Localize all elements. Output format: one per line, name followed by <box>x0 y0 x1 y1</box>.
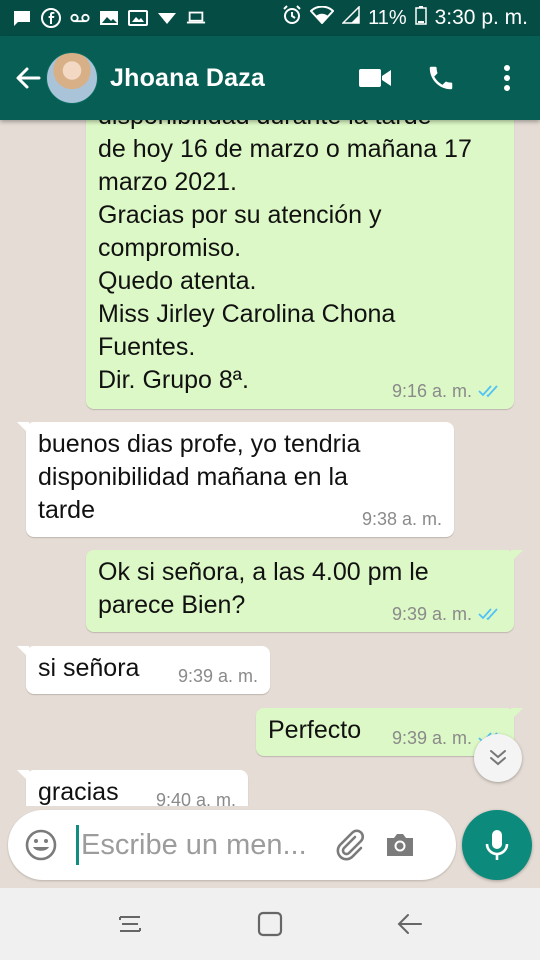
home-icon <box>257 911 283 937</box>
message-composer: Escribe un men... <box>8 810 456 880</box>
message-line: marzo 2021. <box>98 168 237 196</box>
back-nav-button[interactable] <box>380 894 440 954</box>
message-line: de hoy 16 de marzo o mañana 17 <box>98 135 472 163</box>
facebook-icon <box>41 8 61 28</box>
message-list[interactable]: disponibilidad durante la tarde de hoy 1… <box>0 120 540 806</box>
camera-button[interactable] <box>375 816 425 874</box>
system-status: 11% 3:30 p. m. <box>282 5 528 31</box>
image-icon <box>99 9 119 27</box>
camera-icon <box>387 834 413 856</box>
notification-icons <box>12 8 206 28</box>
message-time: 9:38 a. m. <box>361 509 442 529</box>
incoming-message[interactable]: gracias 9:40 a. m. <box>17 770 248 806</box>
outgoing-message[interactable]: Ok si señora, a las 4.00 pm le parece Bi… <box>86 550 523 632</box>
gallery-icon <box>128 9 148 27</box>
bubble-tail <box>511 550 523 562</box>
attach-button[interactable] <box>325 816 375 874</box>
back-nav-icon <box>397 914 422 934</box>
message-line: Quedo atenta. <box>98 267 257 295</box>
message-line: compromiso. <box>98 234 242 262</box>
signal-icon <box>341 5 360 30</box>
scroll-to-bottom-button[interactable] <box>474 734 522 782</box>
message-input[interactable]: Escribe un men... <box>81 829 317 862</box>
battery-icon <box>414 5 427 31</box>
message-meta: 9:16 a. m. <box>392 381 502 401</box>
video-call-button[interactable] <box>342 48 408 108</box>
message-line: Gracias por su atención y <box>98 201 382 229</box>
system-navigation-bar <box>0 888 540 960</box>
emoji-button[interactable] <box>12 816 70 874</box>
message-time: 9:39 a. m. <box>177 666 258 686</box>
chat-header: Jhoana Daza <box>0 36 540 120</box>
message-icon <box>12 9 32 27</box>
more-options-button[interactable] <box>474 48 540 108</box>
alarm-icon <box>282 5 302 31</box>
contact-avatar[interactable] <box>46 52 98 104</box>
bubble-tail <box>17 770 29 782</box>
phone-call-icon <box>429 66 453 90</box>
voice-call-button[interactable] <box>408 48 474 108</box>
bubble-tail <box>511 708 523 720</box>
message-line: buenos dias profe, yo tendria <box>38 430 361 458</box>
back-arrow-icon <box>16 67 41 89</box>
video-call-icon <box>359 69 391 87</box>
message-time: 9:39 a. m. <box>391 728 472 748</box>
incoming-message[interactable]: buenos dias profe, yo tendria disponibil… <box>17 422 454 537</box>
paperclip-icon <box>336 829 364 861</box>
message-meta: 9:39 a. m. <box>392 604 502 624</box>
home-button[interactable] <box>240 894 300 954</box>
wifi-icon <box>309 5 335 30</box>
voice-message-button[interactable] <box>462 810 532 880</box>
read-ticks-icon <box>478 385 498 398</box>
voicemail-icon <box>70 9 90 27</box>
recent-apps-button[interactable] <box>100 894 160 954</box>
message-line: disponibilidad mañana en la <box>38 463 348 491</box>
microphone-icon <box>485 830 509 860</box>
read-ticks-icon <box>478 608 498 621</box>
message-time: 9:40 a. m. <box>155 790 236 806</box>
message-meta: 9:40 a. m. <box>156 790 236 806</box>
incoming-message[interactable]: si señora 9:39 a. m. <box>17 646 270 694</box>
wifi-down-icon <box>157 9 177 27</box>
battery-level: 11% <box>368 6 407 29</box>
message-line: Miss Jirley Carolina Chona <box>98 300 396 328</box>
bubble-tail <box>17 646 29 658</box>
more-options-icon <box>504 65 510 91</box>
clock: 3:30 p. m. <box>434 6 528 29</box>
back-button[interactable] <box>6 56 50 100</box>
message-line: disponibilidad durante la tarde <box>98 120 502 133</box>
laptop-icon <box>186 9 206 27</box>
recents-icon <box>119 916 141 932</box>
message-meta: 9:38 a. m. <box>362 509 442 529</box>
emoji-icon <box>25 829 57 861</box>
text-caret <box>76 825 79 865</box>
message-line: Fuentes. <box>98 333 196 361</box>
message-time: 9:39 a. m. <box>391 604 472 624</box>
message-meta: 9:39 a. m. <box>178 666 258 686</box>
message-line: Ok si señora, a las 4.00 pm le <box>98 558 429 586</box>
double-chevron-down-icon <box>490 750 506 766</box>
outgoing-message[interactable]: disponibilidad durante la tarde de hoy 1… <box>86 120 514 409</box>
status-bar: 11% 3:30 p. m. <box>0 0 540 36</box>
bubble-tail <box>17 422 29 434</box>
message-time: 9:16 a. m. <box>391 381 472 401</box>
contact-name[interactable]: Jhoana Daza <box>110 64 265 93</box>
